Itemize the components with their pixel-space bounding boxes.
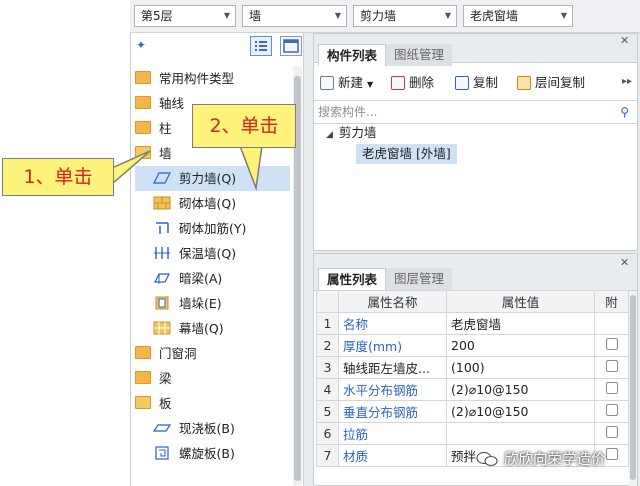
wechat-icon (476, 451, 498, 467)
callout-pointers (111, 145, 263, 191)
watermark-text: 欣欣向荣学造价 (504, 452, 606, 468)
callout-step-1: 1、单击 (2, 158, 114, 196)
callout-step-2: 2、单击 (192, 104, 296, 148)
watermark: 欣欣向荣学造价 (476, 448, 606, 469)
callout-2-pointer (238, 145, 263, 191)
callout-1-pointer (111, 150, 151, 186)
